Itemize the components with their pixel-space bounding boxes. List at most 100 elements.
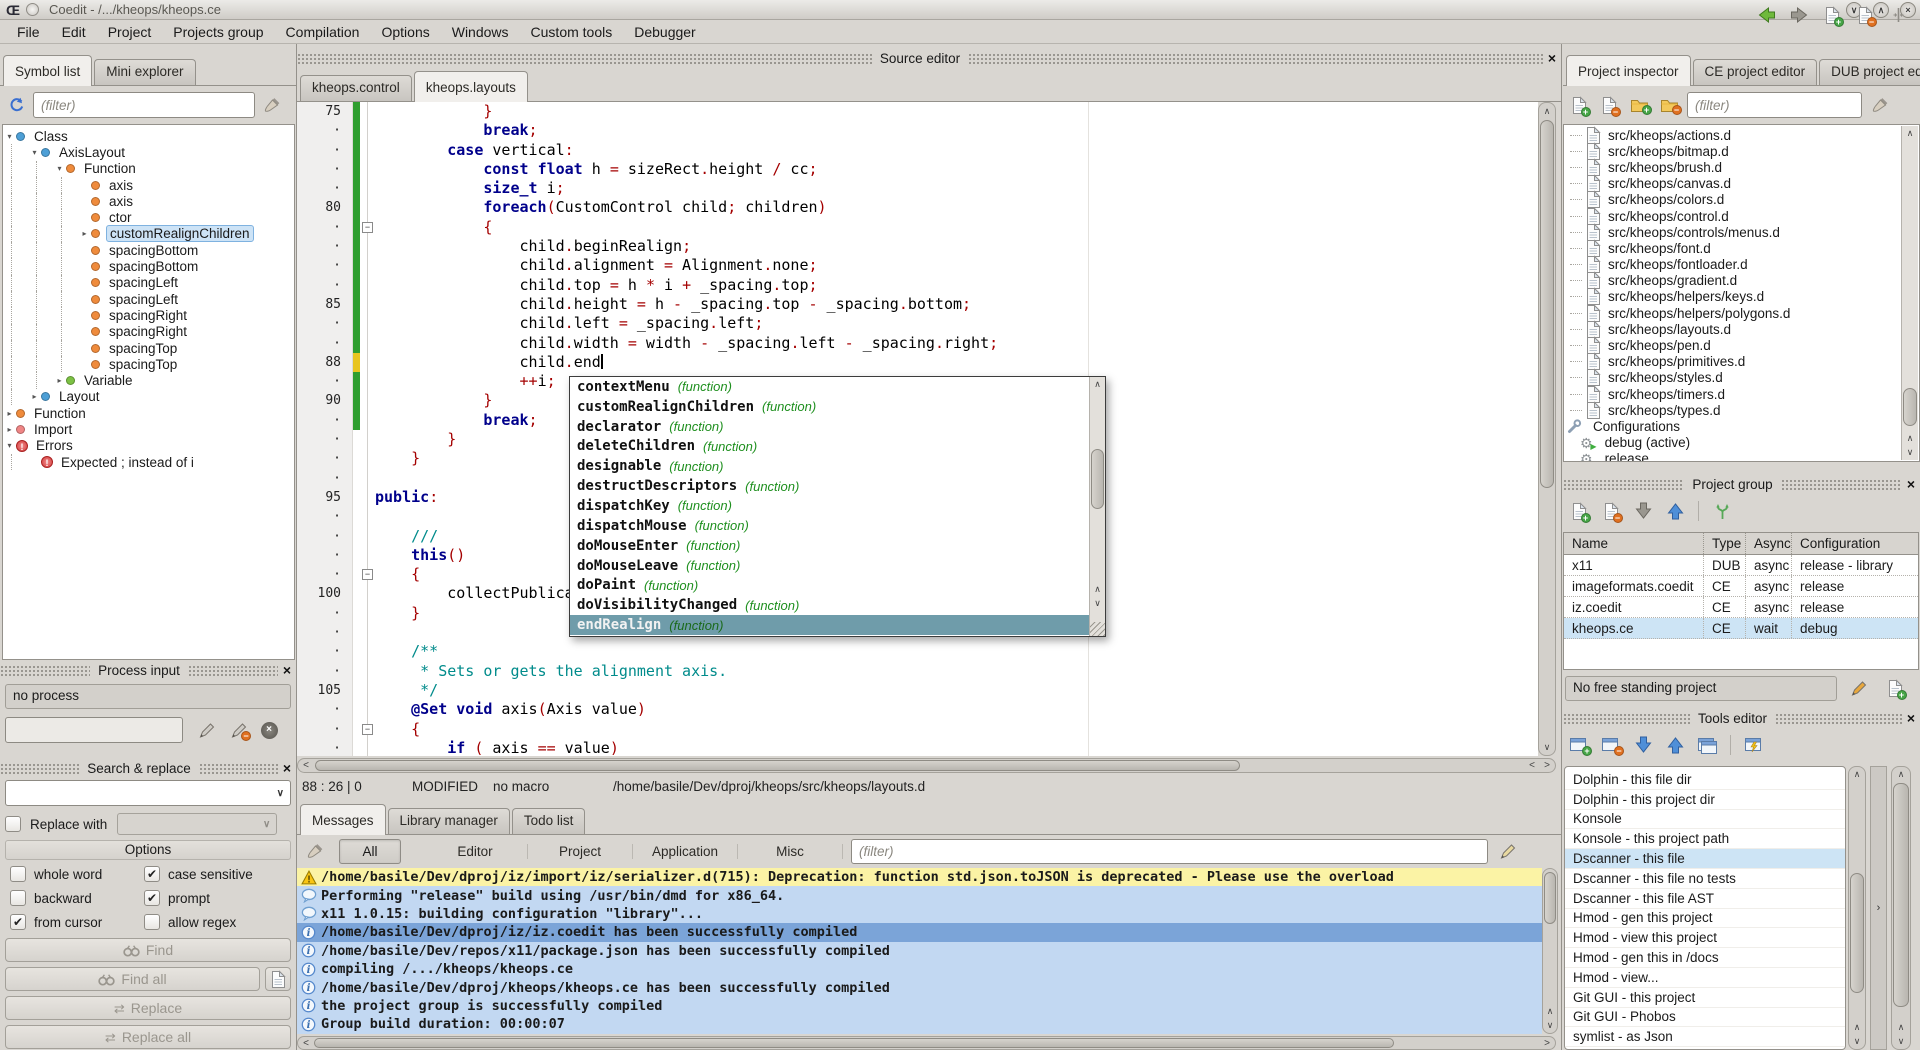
tools-editor-close-icon[interactable]: × — [1902, 710, 1920, 726]
broom-icon[interactable] — [263, 97, 281, 114]
code-line[interactable]: 85 child.height = h - _spacing.top - _sp… — [297, 295, 1538, 314]
replace-with-checkbox[interactable] — [5, 816, 21, 832]
code-line[interactable]: · child.top = h * i + _spacing.top; — [297, 276, 1538, 295]
scroll-thumb[interactable] — [315, 760, 1240, 771]
move-down-icon[interactable] — [1631, 733, 1655, 757]
menu-item-project[interactable]: Project — [97, 22, 163, 42]
editor-tab-kheops-layouts[interactable]: kheops.layouts — [414, 71, 528, 102]
scroll-left-icon[interactable]: < — [299, 1037, 313, 1049]
symbol-tree-item[interactable]: spacingLeft — [3, 291, 294, 307]
tab-todo-list[interactable]: Todo list — [512, 808, 586, 834]
process-input-close-icon[interactable]: × — [278, 662, 296, 678]
code-line[interactable]: ·− { — [297, 720, 1538, 739]
completion-item[interactable]: declarator(function) — [570, 417, 1105, 437]
log-row[interactable]: i/home/basile/Dev/repos/x11/package.json… — [297, 942, 1542, 960]
tab-mini-explorer[interactable]: Mini explorer — [94, 59, 195, 85]
add-folder-icon[interactable]: + — [1627, 93, 1651, 117]
config-item[interactable]: ⚙release — [1564, 451, 1919, 462]
tab-messages[interactable]: Messages — [300, 804, 386, 835]
clear-messages-icon[interactable] — [303, 840, 327, 864]
file-item[interactable]: src/kheops/actions.d — [1564, 127, 1919, 143]
collapse-icon[interactable]: ▾ — [3, 132, 16, 141]
column-header-async[interactable]: Async — [1746, 533, 1792, 554]
move-up-icon[interactable] — [1666, 736, 1685, 754]
file-item[interactable]: src/kheops/helpers/polygons.d — [1564, 305, 1919, 321]
tool-item[interactable]: Dscanner - this file no tests — [1565, 869, 1845, 889]
editor-tab-kheops-control[interactable]: kheops.control — [300, 75, 412, 101]
code-line[interactable]: 75 } — [297, 102, 1538, 121]
go-forward-arrow-icon[interactable] — [1790, 6, 1809, 24]
resize-grip[interactable] — [1090, 622, 1105, 636]
split-view-icon[interactable] — [1886, 3, 1910, 27]
file-item[interactable]: src/kheops/primitives.d — [1564, 354, 1919, 370]
tool-item[interactable]: Hmod - gen this project — [1565, 909, 1845, 929]
code-line[interactable]: · case vertical: — [297, 141, 1538, 160]
log-row[interactable]: iGroup build duration: 00:00:07 — [297, 1015, 1542, 1033]
close-document-icon[interactable]: − — [1857, 6, 1874, 25]
code-line[interactable]: · /** — [297, 642, 1538, 661]
tool-item[interactable]: Dolphin - this file dir — [1565, 770, 1845, 790]
tool-item[interactable]: Konsole - this project path — [1565, 829, 1845, 849]
scroll-right-icon[interactable]: > — [1540, 1037, 1554, 1049]
symbol-tree-item[interactable]: ▸Layout — [3, 389, 294, 405]
scroll-thumb[interactable] — [1893, 783, 1909, 1007]
file-item[interactable]: src/kheops/pen.d — [1564, 337, 1919, 353]
inspector-filter-input[interactable] — [1687, 92, 1862, 118]
tools-detail-expander[interactable]: › — [1870, 766, 1887, 1050]
completion-item[interactable]: contextMenu(function) — [570, 377, 1105, 397]
new-document-icon[interactable]: + — [1820, 3, 1844, 27]
file-item[interactable]: src/kheops/controls/menus.d — [1564, 224, 1919, 240]
category-project-button[interactable]: Project — [528, 844, 633, 859]
menu-item-windows[interactable]: Windows — [441, 22, 520, 42]
scroll-down-icon[interactable]: ∨ — [1892, 1034, 1910, 1048]
scroll-thumb[interactable] — [1544, 872, 1556, 924]
menu-item-compilation[interactable]: Compilation — [275, 22, 371, 42]
completion-item[interactable]: doVisibilityChanged(function) — [570, 595, 1105, 615]
remove-project-icon[interactable]: − — [1603, 502, 1620, 521]
scroll-down-icon[interactable]: ∨ — [1090, 596, 1105, 610]
search-combobox[interactable]: ∨ — [5, 780, 291, 806]
menu-item-edit[interactable]: Edit — [51, 22, 97, 42]
file-item[interactable]: src/kheops/bitmap.d — [1564, 143, 1919, 159]
tool-item[interactable]: Dolphin - this project dir — [1565, 790, 1845, 810]
scroll-down-icon[interactable]: ∨ — [1849, 1034, 1865, 1048]
scroll-up-icon[interactable]: ∧ — [1090, 582, 1105, 596]
group-row[interactable]: x11DUBasyncrelease - library — [1564, 555, 1918, 576]
symbol-tree-item[interactable]: ▾AxisLayout — [3, 144, 294, 160]
code-line[interactable]: · if (_axis == value) — [297, 739, 1538, 756]
tool-item[interactable]: Dscanner - this file AST — [1565, 889, 1845, 909]
category-application-button[interactable]: Application — [633, 844, 738, 859]
code-line[interactable]: · child.left = _spacing.left; — [297, 314, 1538, 333]
remove-folder-icon[interactable]: − — [1657, 93, 1681, 117]
symbol-tree-item[interactable]: axis — [3, 177, 294, 193]
symbol-tree-item[interactable]: ▾Function — [3, 161, 294, 177]
messages-filter-input[interactable] — [851, 839, 1488, 864]
symbol-tree-item[interactable]: spacingRight — [3, 324, 294, 340]
add-source-icon[interactable]: + — [1567, 93, 1591, 117]
completion-item[interactable]: destructDescriptors(function) — [570, 476, 1105, 496]
replace-combobox[interactable]: ∨ — [117, 813, 277, 835]
tab-symbol-list[interactable]: Symbol list — [3, 55, 92, 86]
tab-ce-project-editor[interactable]: CE project editor — [1693, 59, 1818, 85]
run-tool-icon[interactable] — [1744, 737, 1764, 754]
close-document-icon[interactable]: − — [1853, 3, 1877, 27]
completion-item[interactable]: doMouseEnter(function) — [570, 536, 1105, 556]
log-row[interactable]: ithe project group is successfully compi… — [297, 997, 1542, 1015]
group-row[interactable]: kheops.ceCEwaitdebug — [1564, 618, 1918, 639]
add-free-standing-icon[interactable]: + — [1883, 676, 1907, 700]
remove-tool-icon[interactable]: − — [1599, 733, 1623, 757]
log-row[interactable]: icompiling /.../kheops/kheops.ce — [297, 960, 1542, 978]
new-document-icon[interactable]: + — [1824, 6, 1841, 25]
code-line[interactable]: · break; — [297, 121, 1538, 140]
symbol-tree-item[interactable]: spacingTop — [3, 340, 294, 356]
tool-item[interactable]: Hmod - view... — [1565, 968, 1845, 988]
symbol-tree-item[interactable]: spacingTop — [3, 356, 294, 372]
remove-tool-icon[interactable]: − — [1601, 737, 1621, 754]
scroll-left-icon[interactable]: < — [299, 759, 313, 772]
scroll-up-icon[interactable]: ∧ — [1539, 104, 1555, 118]
code-line[interactable]: · @Set void axis(Axis value) — [297, 700, 1538, 719]
symbol-tree-item[interactable]: spacingBottom — [3, 242, 294, 258]
scroll-thumb[interactable] — [314, 1038, 1394, 1048]
scroll-up-icon[interactable]: ∧ — [1892, 1020, 1910, 1034]
send-no-newline-icon[interactable]: − — [227, 718, 251, 742]
